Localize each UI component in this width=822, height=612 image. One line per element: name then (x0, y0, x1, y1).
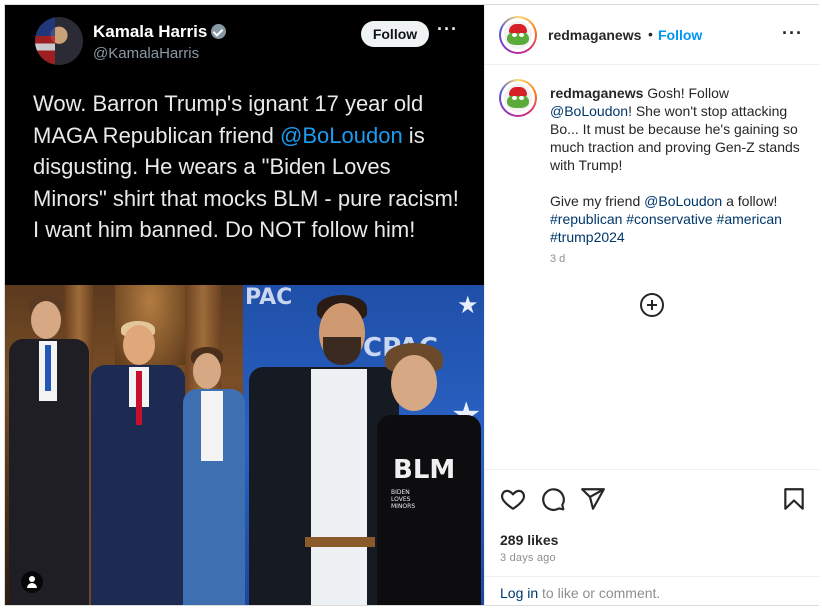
caption-timestamp: 3 d (550, 253, 566, 265)
tweet-text: Wow. Barron Trump's ignant 17 year old M… (33, 91, 459, 242)
author-avatar[interactable] (499, 16, 537, 54)
frog-avatar-icon (504, 84, 532, 112)
verified-badge-icon (211, 24, 227, 39)
header-separator: • (648, 26, 653, 42)
caption-username[interactable]: redmaganews (550, 85, 643, 101)
post-date[interactable]: 3 days ago (500, 552, 556, 564)
tweet-screenshot: Kamala Harris @KamalaHarris Follow ··· W… (5, 5, 484, 285)
caption-hashtags[interactable]: #republican #conservative #american #tru… (550, 211, 782, 245)
shirt-text: BLM (393, 455, 456, 485)
user-tag-icon[interactable] (21, 571, 43, 593)
add-comment-icon[interactable] (640, 293, 664, 317)
shirt-subtext: BIDEN LOVES MINORS (391, 489, 416, 510)
caption-avatar[interactable] (499, 79, 537, 117)
tweet-author-name: Kamala Harris (93, 22, 227, 42)
post-caption: redmaganews Gosh! Follow @BoLoudon! She … (550, 85, 800, 245)
banner-text-1: PAC (245, 285, 293, 310)
more-options-icon[interactable]: ··· (782, 23, 803, 44)
tweet-avatar (35, 17, 83, 65)
comment-icon[interactable] (540, 486, 566, 512)
share-icon[interactable] (580, 486, 606, 512)
login-link[interactable]: Log in (500, 585, 538, 601)
post-header: redmaganews • Follow ··· (485, 5, 820, 65)
heart-icon[interactable] (500, 486, 526, 512)
post-modal: Kamala Harris @KamalaHarris Follow ··· W… (4, 4, 820, 606)
caption-mention-link-2[interactable]: @BoLoudon (644, 193, 722, 209)
tweet-follow-button: Follow (361, 21, 429, 47)
likes-count[interactable]: 289 likes (500, 532, 558, 548)
bookmark-icon[interactable] (781, 486, 807, 512)
action-bar: 289 likes 3 days ago Log in to like or c… (485, 469, 820, 605)
event-photo: PAC CPAC ★ ★ (5, 285, 484, 605)
author-username[interactable]: redmaganews (548, 27, 641, 43)
post-media[interactable]: Kamala Harris @KamalaHarris Follow ··· W… (5, 5, 484, 605)
login-prompt: Log in to like or comment. (485, 576, 820, 606)
follow-button[interactable]: Follow (658, 27, 702, 43)
caption-mention-link[interactable]: @BoLoudon (550, 103, 628, 119)
tweet-more-icon: ··· (437, 19, 458, 39)
post-sidebar: redmaganews • Follow ··· redmaganews Gos… (484, 5, 820, 605)
tweet-author-handle: @KamalaHarris (93, 45, 200, 62)
frog-avatar-icon (504, 21, 532, 49)
